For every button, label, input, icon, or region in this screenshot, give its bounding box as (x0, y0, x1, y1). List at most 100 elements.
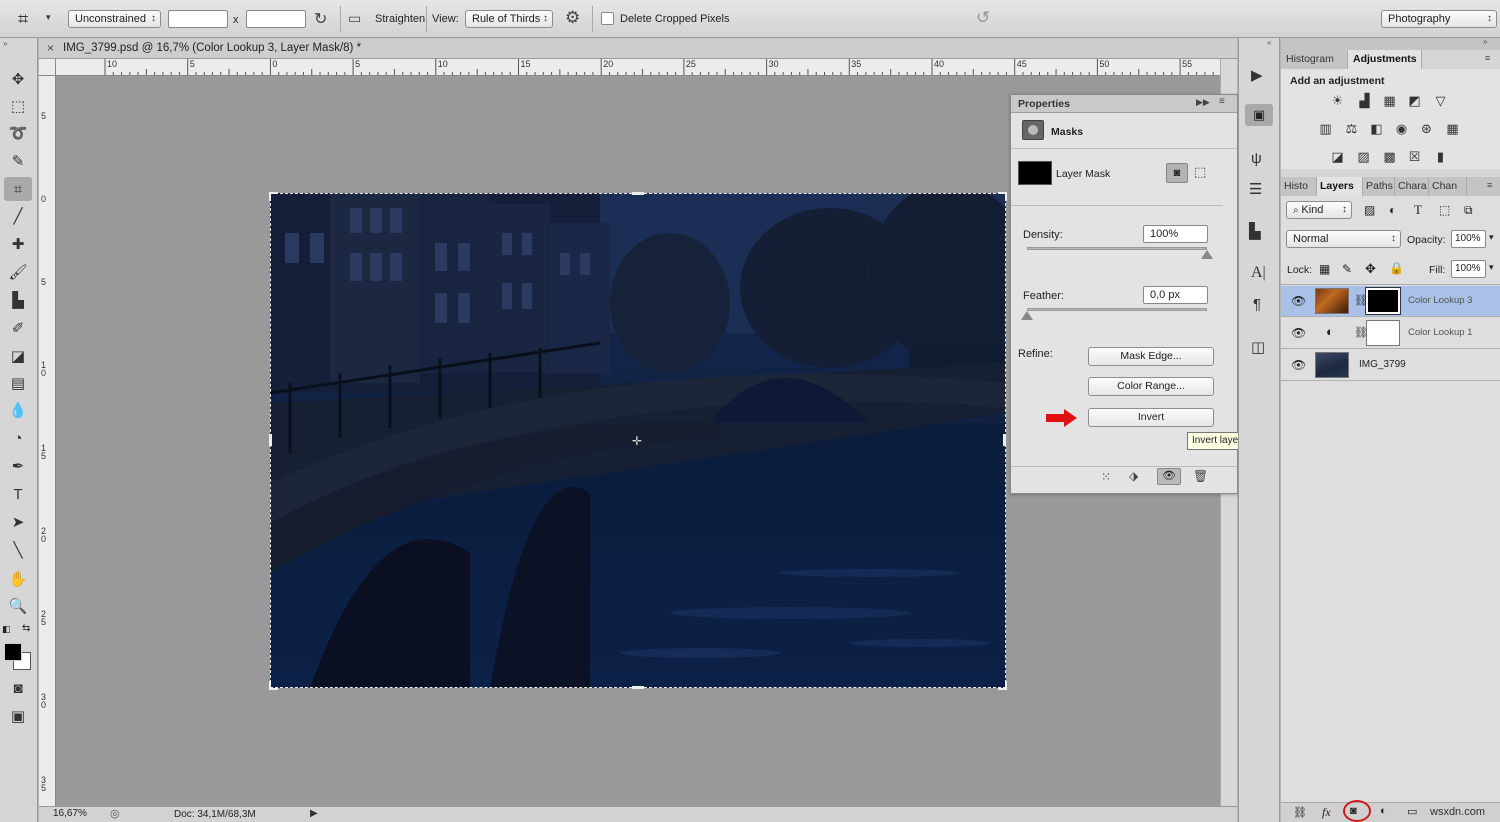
layer-mask-thumbnail[interactable] (1366, 288, 1400, 314)
clone-source-icon[interactable]: ▙ (1249, 222, 1261, 240)
quick-selection-tool-icon[interactable]: ✎ (4, 149, 32, 173)
crop-handle-bottom-left[interactable] (269, 681, 278, 690)
lock-image-icon[interactable]: ✎ (1342, 262, 1352, 276)
document-tab[interactable]: × IMG_3799.psd @ 16,7% (Color Lookup 3, … (39, 38, 1237, 59)
layer-name[interactable]: Color Lookup 3 (1408, 295, 1472, 306)
crop-handle-top-right[interactable] (998, 192, 1007, 201)
gradient-map-icon[interactable]: ▮ (1432, 149, 1449, 164)
eyedropper-tool-icon[interactable]: ╱ (4, 204, 32, 228)
feather-slider-knob[interactable] (1021, 311, 1033, 320)
lock-all-icon[interactable]: 🔒 (1389, 261, 1404, 275)
tab-layers[interactable]: Layers (1317, 177, 1363, 196)
lock-position-icon[interactable]: ✥ (1365, 261, 1376, 277)
quick-mask-icon[interactable]: ◙ (4, 676, 32, 700)
invert-adjustment-icon[interactable]: ◪ (1329, 149, 1346, 164)
crop-handle-bottom-right[interactable] (998, 681, 1007, 690)
lock-transparent-icon[interactable]: ▦ (1319, 262, 1330, 276)
collapse-strip-icon[interactable]: « (1267, 38, 1271, 47)
screen-mode-icon[interactable]: ▣ (4, 704, 32, 728)
tab-histo[interactable]: Histo (1281, 177, 1317, 196)
fill-dropdown-icon[interactable]: ▾ (1489, 262, 1494, 273)
zoom-tool-icon[interactable]: 🔍 (4, 594, 32, 618)
tab-histogram[interactable]: Histogram (1281, 50, 1348, 69)
invert-button[interactable]: Invert (1088, 408, 1214, 427)
horizontal-ruler[interactable]: 1050510152025303540455055 (56, 59, 1220, 76)
opacity-dropdown-icon[interactable]: ▾ (1489, 232, 1494, 243)
straighten-label[interactable]: Straighten (375, 13, 425, 25)
collapse-panel-icon[interactable]: ▶▶ (1196, 97, 1210, 108)
delete-mask-icon[interactable]: 🗑 (1193, 469, 1208, 483)
feather-input[interactable]: 0,0 px (1143, 286, 1208, 304)
crop-handle-top-left[interactable] (269, 192, 278, 201)
panel-collapse-icon[interactable]: » (3, 39, 7, 48)
opacity-input[interactable]: 100% (1451, 230, 1486, 248)
threshold-icon[interactable]: ▩ (1381, 149, 1398, 164)
density-slider-knob[interactable] (1201, 250, 1213, 259)
color-lookup-icon[interactable]: ▦ (1444, 121, 1461, 136)
play-action-icon[interactable]: ▶ (1251, 66, 1263, 84)
zoom-level[interactable]: 16,67% (53, 808, 87, 819)
brightness-contrast-icon[interactable]: ☀ (1329, 93, 1346, 108)
fill-input[interactable]: 100% (1451, 260, 1486, 278)
brush-settings-icon[interactable]: ☰ (1249, 180, 1262, 198)
color-range-button[interactable]: Color Range... (1088, 377, 1214, 396)
brush-presets-icon[interactable]: ψ (1251, 150, 1262, 167)
crop-handle-left[interactable] (269, 434, 272, 446)
clone-stamp-tool-icon[interactable]: ▙ (4, 288, 32, 312)
tab-adjustments[interactable]: Adjustments (1348, 50, 1422, 69)
reset-crop-icon[interactable]: ↺ (976, 8, 990, 28)
filter-kind-select[interactable]: ⌕ Kind (1286, 201, 1352, 219)
move-tool-icon[interactable]: ✥ (4, 67, 32, 91)
layer-row[interactable]: 👁 IMG_3799 (1281, 350, 1500, 381)
density-slider[interactable] (1027, 247, 1207, 250)
hand-tool-icon[interactable]: ✋ (4, 567, 32, 591)
selective-color-icon[interactable]: ☒ (1406, 149, 1423, 164)
3d-panel-icon[interactable]: ◫ (1251, 338, 1265, 356)
feather-slider[interactable] (1027, 308, 1207, 311)
healing-brush-tool-icon[interactable]: ✚ (4, 232, 32, 256)
vertical-ruler[interactable]: 5051 01 52 02 53 03 5 (39, 76, 56, 806)
swap-colors-icon[interactable]: ⇆ (22, 623, 30, 634)
new-adjustment-icon[interactable]: ◐ (1380, 805, 1387, 817)
layer-mask-thumbnail[interactable] (1366, 320, 1400, 346)
vibrance-icon[interactable]: ▽ (1432, 93, 1449, 108)
paragraph-panel-icon[interactable]: ¶ (1253, 296, 1261, 313)
filter-smart-object-icon[interactable]: ⧉ (1464, 203, 1473, 218)
visibility-eye-icon[interactable]: 👁 (1291, 358, 1306, 372)
layer-name[interactable]: IMG_3799 (1359, 359, 1406, 370)
crop-height-input[interactable] (246, 10, 306, 28)
close-tab-icon[interactable]: × (47, 41, 54, 55)
status-menu-arrow-icon[interactable]: ▶ (310, 808, 318, 819)
curves-icon[interactable]: ▦ (1381, 93, 1398, 108)
layer-name[interactable]: Color Lookup 1 (1408, 327, 1472, 338)
filter-pixel-icon[interactable]: ▨ (1364, 203, 1375, 217)
disable-mask-button[interactable]: 👁 (1157, 468, 1181, 485)
apply-mask-icon[interactable]: ⬗ (1129, 469, 1138, 483)
layer-row[interactable]: 👁 ⛓ Color Lookup 3 (1281, 286, 1500, 317)
pen-tool-icon[interactable]: ✒ (4, 454, 32, 478)
marquee-tool-icon[interactable]: ⬚ (4, 94, 32, 118)
character-panel-icon[interactable]: A| (1251, 264, 1266, 282)
layer-row[interactable]: 👁 ◐ ⛓ Color Lookup 1 (1281, 318, 1500, 349)
delete-cropped-label[interactable]: Delete Cropped Pixels (620, 13, 729, 25)
link-layers-icon[interactable]: ⛓ (1293, 806, 1307, 819)
select-pixel-mask-button[interactable]: ◙ (1166, 163, 1188, 183)
crop-handle-bottom[interactable] (632, 686, 644, 689)
type-tool-icon[interactable]: T (4, 482, 32, 506)
history-brush-tool-icon[interactable]: ✐ (4, 316, 32, 340)
crop-handle-right[interactable] (1003, 434, 1006, 446)
crop-handle-top[interactable] (632, 192, 644, 195)
photo-filter-icon[interactable]: ◉ (1393, 121, 1410, 136)
new-group-icon[interactable]: ▭ (1407, 805, 1417, 818)
dodge-tool-icon[interactable]: ◔ (4, 426, 32, 450)
load-selection-icon[interactable]: ⁙ (1101, 470, 1111, 484)
tab-chara[interactable]: Chara (1395, 177, 1429, 196)
properties-header[interactable]: Properties ▶▶ ≡ (1011, 95, 1237, 113)
foreground-color-swatch[interactable] (4, 643, 22, 661)
delete-cropped-checkbox[interactable] (601, 12, 614, 25)
gradient-tool-icon[interactable]: ▤ (4, 371, 32, 395)
mask-edge-button[interactable]: Mask Edge... (1088, 347, 1214, 366)
add-vector-mask-icon[interactable]: ⬚ (1194, 164, 1206, 180)
line-tool-icon[interactable]: ╲ (4, 538, 32, 562)
overlay-view-select[interactable]: Rule of Thirds (465, 10, 553, 28)
